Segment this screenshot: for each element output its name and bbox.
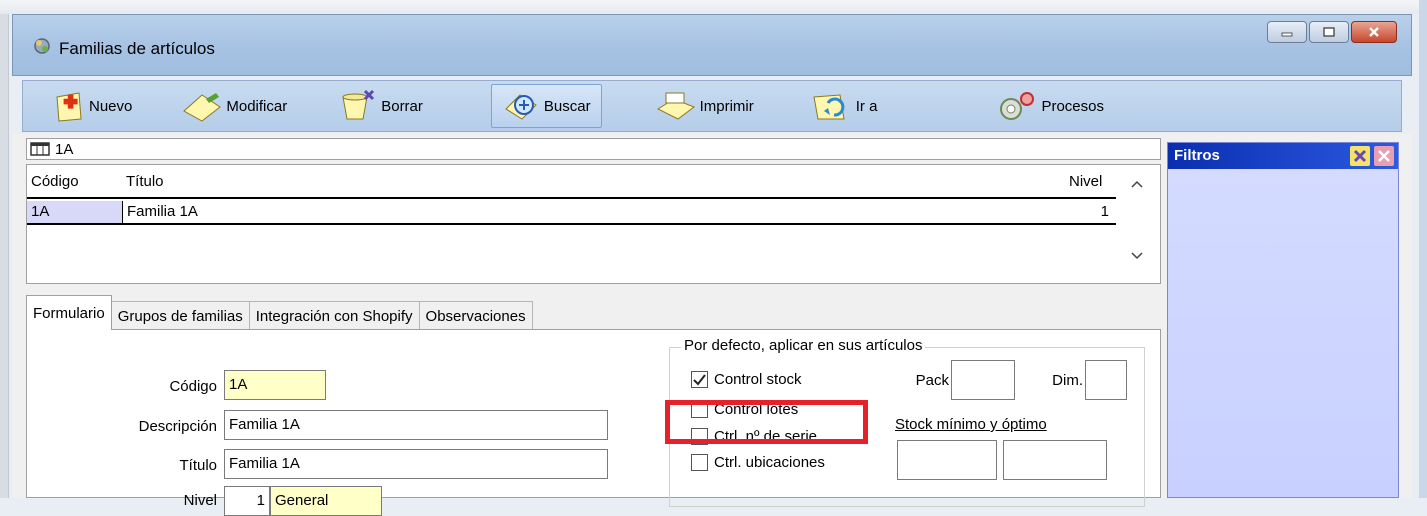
checkbox-box[interactable] — [691, 454, 708, 471]
close-button[interactable] — [1351, 21, 1397, 43]
nivel-name-field: General — [270, 486, 382, 516]
red-highlight-box — [665, 400, 868, 444]
toolbar: Nuevo Modificar Borrar Buscar Imprimir I… — [22, 80, 1402, 132]
desktop-background — [0, 0, 1427, 14]
cell-codigo[interactable]: 1A — [27, 201, 123, 223]
column-codigo[interactable]: Código — [31, 173, 79, 190]
pack-label: Pack — [915, 372, 949, 389]
new-document-icon — [56, 92, 82, 122]
app-icon — [34, 38, 50, 54]
minimize-button[interactable] — [1267, 21, 1307, 43]
desktop-left-edge — [0, 14, 9, 498]
close-icon — [1378, 150, 1390, 162]
scroll-down-icon[interactable] — [1130, 251, 1144, 261]
modificar-label: Modificar — [226, 97, 288, 115]
control-stock-label: Control stock — [714, 371, 802, 388]
maximize-icon — [1323, 27, 1335, 37]
scroll-up-icon[interactable] — [1130, 179, 1144, 189]
go-to-icon — [813, 94, 845, 120]
ctrl-ubicaciones-label: Ctrl. ubicaciones — [714, 454, 825, 471]
column-titulo[interactable]: Título — [126, 173, 164, 190]
column-nivel[interactable]: Nivel — [1069, 173, 1102, 190]
borrar-label: Borrar — [381, 97, 423, 115]
printer-icon — [656, 92, 695, 120]
filters-title: Filtros — [1174, 147, 1220, 164]
window-controls — [1267, 21, 1397, 51]
checkbox-box[interactable] — [691, 371, 708, 388]
tab-integracion-shopify[interactable]: Integración con Shopify — [248, 301, 420, 330]
tab-formulario[interactable]: Formulario — [26, 295, 112, 330]
dim-label: Dim. — [1052, 372, 1083, 389]
gears-icon — [1000, 92, 1035, 120]
cell-nivel[interactable]: 1 — [1101, 201, 1109, 223]
clear-filter-icon — [1353, 149, 1367, 163]
buscar-button[interactable]: Buscar — [490, 84, 602, 128]
filters-panel: Filtros — [1167, 142, 1399, 498]
search-bar — [26, 138, 1161, 160]
search-input[interactable] — [55, 139, 655, 159]
nuevo-label: Nuevo — [89, 97, 133, 115]
table-view-icon[interactable] — [30, 141, 50, 157]
stock-minimo-field[interactable] — [897, 440, 997, 480]
modificar-button[interactable]: Modificar — [170, 85, 297, 127]
trash-icon — [342, 89, 375, 120]
titulo-field[interactable]: Familia 1A — [224, 449, 608, 479]
codigo-label: Código — [169, 378, 217, 395]
titulo-label: Título — [179, 457, 217, 474]
imprimir-label: Imprimir — [699, 97, 754, 115]
client-area: Código Título Nivel 1A Familia 1A 1 Form… — [12, 134, 1412, 516]
dim-field[interactable] — [1085, 360, 1127, 400]
control-stock-checkbox[interactable]: Control stock — [691, 371, 802, 388]
checkmark-icon — [693, 374, 706, 386]
cell-titulo[interactable]: Familia 1A — [124, 201, 198, 223]
imprimir-button[interactable]: Imprimir — [644, 85, 764, 127]
title-bar[interactable]: Familias de artículos — [12, 14, 1412, 76]
ctrl-ubicaciones-checkbox[interactable]: Ctrl. ubicaciones — [691, 454, 825, 471]
grid-scrollbar[interactable] — [1116, 165, 1160, 283]
codigo-field[interactable]: 1A — [224, 370, 326, 400]
stock-optimo-field[interactable] — [1003, 440, 1107, 480]
nivel-label: Nivel — [183, 492, 217, 509]
search-icon — [505, 94, 537, 120]
procesos-button[interactable]: Procesos — [985, 85, 1114, 127]
defaults-group-title: Por defecto, aplicar en sus artículos — [681, 337, 926, 354]
tab-grupos-de-familias[interactable]: Grupos de familias — [110, 301, 250, 330]
window-title: Familias de artículos — [59, 39, 215, 58]
table-row[interactable]: 1A Familia 1A 1 — [27, 201, 1117, 225]
tab-observaciones[interactable]: Observaciones — [418, 301, 533, 330]
borrar-button[interactable]: Borrar — [325, 85, 433, 127]
buscar-label: Buscar — [543, 97, 591, 115]
minimize-icon — [1281, 32, 1293, 37]
app-window: Familias de artículos Nuevo Modificar Bo… — [12, 14, 1412, 516]
procesos-label: Procesos — [1041, 97, 1104, 115]
results-grid: Código Título Nivel 1A Familia 1A 1 — [26, 164, 1161, 284]
maximize-button[interactable] — [1309, 21, 1349, 43]
desktop-right-edge — [1419, 0, 1427, 498]
descripcion-label: Descripción — [138, 418, 217, 435]
nuevo-button[interactable]: Nuevo — [41, 85, 142, 127]
ir-a-button[interactable]: Ir a — [800, 85, 888, 127]
pack-field[interactable] — [951, 360, 1015, 400]
filters-clear-button[interactable] — [1350, 146, 1370, 166]
close-icon — [1369, 27, 1379, 37]
tab-strip: Formulario Grupos de familias Integració… — [26, 295, 533, 330]
stock-minimo-optimo-link[interactable]: Stock mínimo y óptimo — [895, 416, 1047, 433]
filters-close-button[interactable] — [1374, 146, 1394, 166]
nivel-number-field[interactable]: 1 — [224, 486, 270, 516]
grid-header: Código Título Nivel — [27, 165, 1117, 199]
edit-icon — [183, 93, 222, 122]
ir-a-label: Ir a — [855, 97, 878, 115]
descripcion-field[interactable]: Familia 1A — [224, 410, 608, 440]
form-panel: Código 1A Descripción Familia 1A Título … — [26, 329, 1161, 516]
filters-header: Filtros — [1168, 143, 1398, 169]
